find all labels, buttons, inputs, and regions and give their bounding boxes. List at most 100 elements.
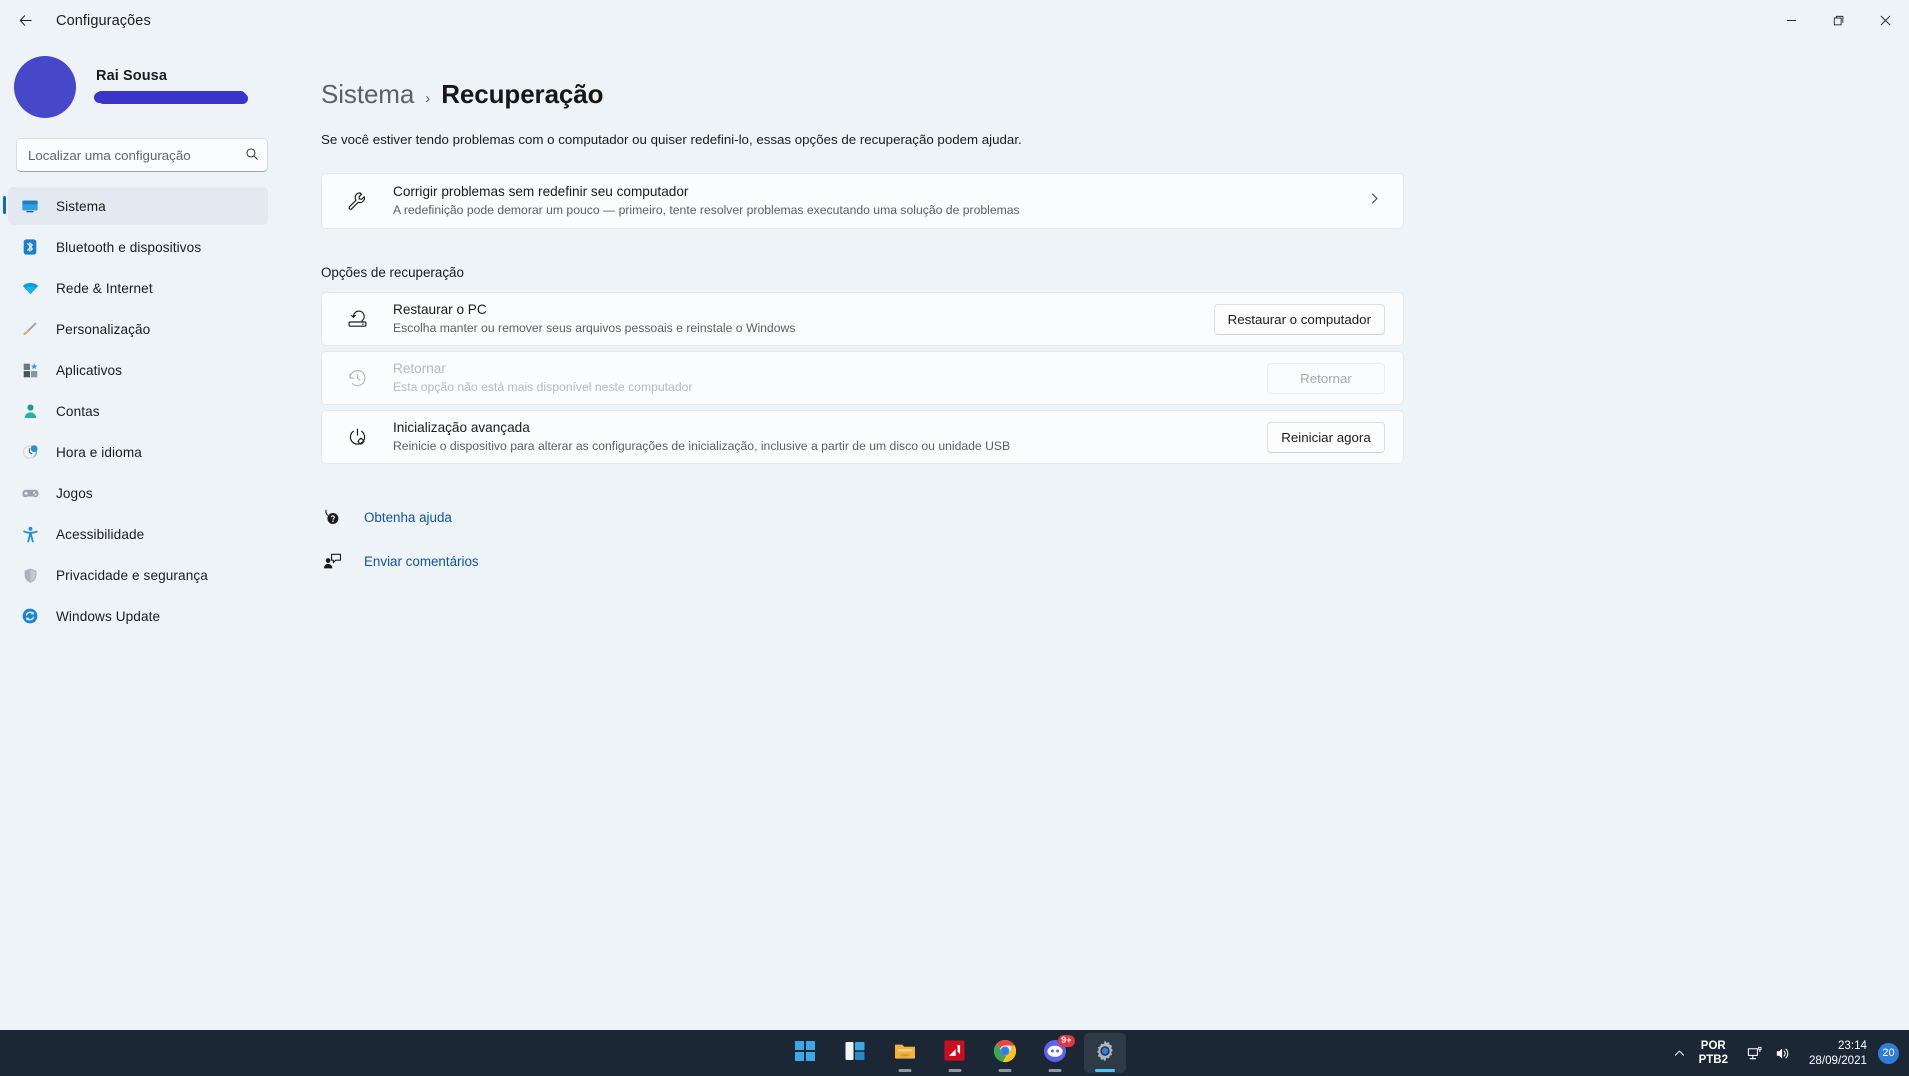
sidebar: Rai Sousa Localizar uma configuração Sis… — [0, 41, 284, 1076]
restart-now-button[interactable]: Reiniciar agora — [1267, 421, 1385, 453]
advanced-startup-row: Inicialização avançada Reinicie o dispos… — [321, 410, 1404, 464]
power-restart-icon — [343, 426, 371, 449]
chevron-right-icon[interactable] — [1368, 192, 1385, 210]
system-tray: POR PTB2 23:14 28/09/2021 20 — [1668, 1030, 1909, 1076]
sidebar-item-label: Hora e idioma — [56, 444, 142, 460]
taskbar-amd-button[interactable] — [934, 1033, 976, 1073]
taskbar-widgets-button[interactable] — [834, 1033, 876, 1073]
monitor-icon — [20, 196, 40, 216]
sidebar-item-aplicativos[interactable]: Aplicativos — [8, 351, 268, 389]
help-links: Obtenha ajuda Enviar comentários — [321, 500, 1909, 578]
user-profile[interactable]: Rai Sousa — [0, 41, 284, 127]
app-title: Configurações — [56, 12, 151, 29]
reset-pc-button[interactable]: Restaurar o computador — [1213, 303, 1385, 335]
taskbar-start-button[interactable] — [784, 1033, 826, 1073]
sidebar-item-privacidade-e-seguranca[interactable]: Privacidade e segurança — [8, 556, 268, 594]
breadcrumb-separator-icon: › — [425, 90, 431, 107]
sidebar-item-hora-e-idioma[interactable]: Hora e idioma — [8, 433, 268, 471]
windows-start-icon — [794, 1040, 816, 1067]
clock-date: 28/09/2021 — [1808, 1054, 1867, 1067]
notification-center-badge[interactable]: 20 — [1878, 1042, 1899, 1064]
profile-text: Rai Sousa — [96, 68, 246, 102]
sidebar-item-personalizacao[interactable]: Personalização — [8, 310, 268, 348]
sidebar-item-rede-internet[interactable]: Rede & Internet — [8, 269, 268, 307]
reset-pc-row: Restaurar o PC Escolha manter ou remover… — [321, 292, 1404, 346]
taskbar: 9+ POR PTB2 23:14 28/09/2021 20 — [0, 1030, 1909, 1076]
main-content: Sistema › Recuperação Se você estiver te… — [284, 41, 1909, 1076]
sidebar-item-jogos[interactable]: Jogos — [8, 474, 268, 512]
taskbar-settings-button[interactable] — [1083, 1033, 1126, 1073]
card-title: Inicialização avançada — [393, 420, 530, 436]
go-back-row: Retornar Esta opção não está mais dispon… — [321, 351, 1404, 405]
advanced-startup-text: Inicialização avançada Reinicie o dispos… — [393, 419, 1267, 455]
sidebar-item-sistema[interactable]: Sistema — [3, 187, 268, 225]
sidebar-item-label: Rede & Internet — [56, 280, 153, 296]
sidebar-item-label: Personalização — [56, 321, 151, 337]
card-subtitle: Esta opção não está mais disponível nest… — [393, 379, 693, 394]
minimize-button[interactable] — [1768, 0, 1815, 41]
apps-icon — [20, 360, 40, 380]
window-controls — [1768, 0, 1909, 41]
widgets-icon — [844, 1040, 866, 1067]
fix-problems-card[interactable]: Corrigir problemas sem redefinir seu com… — [321, 173, 1404, 229]
avatar — [14, 56, 76, 118]
clock[interactable]: 23:14 28/09/2021 — [1802, 1038, 1874, 1068]
sidebar-item-acessibilidade[interactable]: Acessibilidade — [8, 515, 268, 553]
breadcrumb: Sistema › Recuperação — [321, 79, 1909, 110]
profile-name: Rai Sousa — [96, 68, 168, 84]
language-top: POR — [1700, 1039, 1726, 1052]
help-icon — [321, 508, 343, 526]
sidebar-nav: Sistema Bluetooth e dispositivos Rede & … — [0, 187, 284, 638]
send-feedback-link[interactable]: Enviar comentários — [321, 544, 1909, 578]
card-title: Corrigir problemas sem redefinir seu com… — [393, 184, 689, 200]
reset-pc-text: Restaurar o PC Escolha manter ou remover… — [393, 301, 1214, 337]
breadcrumb-parent[interactable]: Sistema — [321, 79, 414, 110]
language-indicator[interactable]: POR PTB2 — [1691, 1039, 1736, 1068]
sidebar-item-windows-update[interactable]: Windows Update — [8, 597, 268, 635]
search-box[interactable] — [16, 138, 268, 172]
taskbar-items: 9+ — [784, 1030, 1126, 1076]
wifi-icon — [20, 278, 40, 298]
sidebar-item-label: Windows Update — [56, 608, 161, 624]
go-back-button[interactable]: Retornar — [1267, 362, 1385, 394]
paintbrush-icon — [20, 319, 40, 339]
go-back-text: Retornar Esta opção não está mais dispon… — [393, 360, 1267, 396]
clock-time: 23:14 — [1837, 1038, 1867, 1052]
sidebar-item-label: Privacidade e segurança — [56, 567, 208, 583]
network-icon — [1742, 1045, 1769, 1062]
card-title: Restaurar o PC — [393, 302, 487, 318]
notification-badge: 9+ — [1058, 1035, 1075, 1047]
tray-quick-settings[interactable] — [1736, 1033, 1802, 1073]
sidebar-item-bluetooth-e-dispositivos[interactable]: Bluetooth e dispositivos — [8, 228, 268, 266]
title-bar: Configurações — [0, 0, 1909, 41]
settings-window: Configurações Rai Sousa Localizar uma co… — [0, 0, 1909, 1076]
amd-icon — [943, 1039, 966, 1067]
help-link-label: Enviar comentários — [364, 553, 479, 569]
maximize-button[interactable] — [1815, 0, 1862, 41]
clock-icon — [20, 442, 40, 462]
page-description: Se você estiver tendo problemas com o co… — [321, 132, 1022, 147]
tray-overflow-button[interactable] — [1668, 1047, 1691, 1060]
reset-pc-icon — [343, 308, 371, 331]
history-icon — [343, 367, 371, 390]
card-subtitle: Escolha manter ou remover seus arquivos … — [393, 320, 796, 335]
taskbar-chrome-button[interactable] — [984, 1033, 1026, 1073]
taskbar-discord-button[interactable]: 9+ — [1034, 1033, 1076, 1073]
card-subtitle: Reinicie o dispositivo para alterar as c… — [393, 438, 1011, 453]
get-help-link[interactable]: Obtenha ajuda — [321, 500, 1909, 534]
close-button[interactable] — [1862, 0, 1909, 41]
search-input[interactable] — [16, 138, 268, 172]
sidebar-item-label: Jogos — [56, 485, 93, 501]
section-label: Opções de recuperação — [321, 265, 464, 280]
shield-icon — [20, 565, 40, 585]
person-icon — [20, 401, 40, 421]
running-indicator — [898, 1069, 911, 1072]
taskbar-file-explorer-button[interactable] — [884, 1033, 926, 1073]
sidebar-item-contas[interactable]: Contas — [8, 392, 268, 430]
volume-icon — [1769, 1045, 1796, 1062]
running-indicator — [1048, 1069, 1061, 1072]
sidebar-item-label: Bluetooth e dispositivos — [56, 239, 202, 255]
gear-icon — [1093, 1039, 1117, 1068]
sidebar-item-label: Aplicativos — [56, 362, 123, 378]
back-button[interactable] — [8, 4, 42, 38]
